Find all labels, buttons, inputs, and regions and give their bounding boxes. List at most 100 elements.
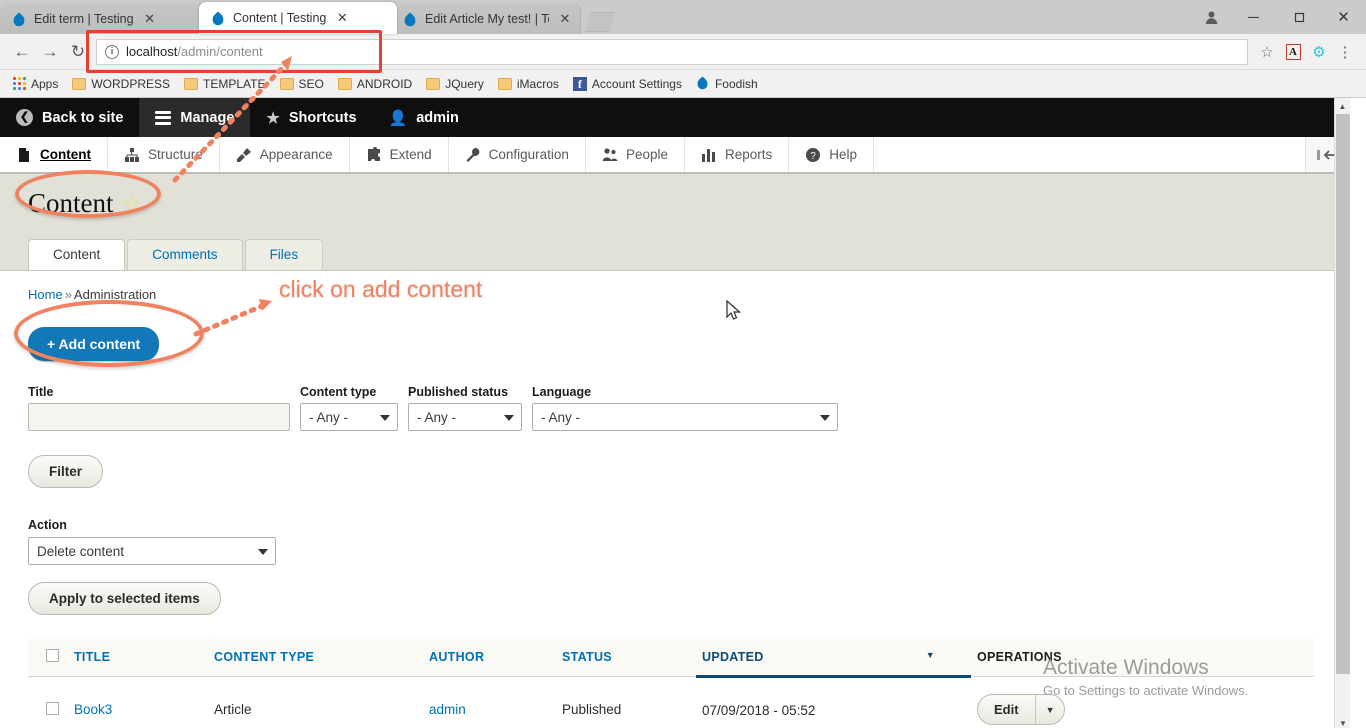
- select-all-header: [28, 639, 68, 677]
- published-status-select[interactable]: - Any -: [408, 403, 522, 431]
- folder-icon: [184, 77, 199, 90]
- column-title[interactable]: TITLE: [68, 639, 208, 677]
- bookmark-star-icon[interactable]: ☆: [1254, 39, 1280, 65]
- tab-close-icon[interactable]: ✕: [557, 11, 573, 27]
- filter-title-label: Title: [28, 385, 54, 399]
- browser-tab-2[interactable]: Content | Testing ✕: [199, 2, 397, 34]
- manage-button[interactable]: Manage: [139, 98, 251, 137]
- bookmark-apps[interactable]: Apps: [6, 73, 65, 95]
- add-content-button[interactable]: + Add content: [28, 327, 160, 361]
- chevron-down-icon[interactable]: ▼: [1034, 695, 1065, 724]
- column-content-type[interactable]: CONTENT TYPE: [208, 639, 423, 677]
- apply-to-selected-items-button[interactable]: Apply to selected items: [28, 582, 221, 615]
- gear-extension-icon[interactable]: ⚙: [1306, 39, 1332, 65]
- tab-comments[interactable]: Comments: [127, 239, 243, 270]
- row-title-cell: Book3: [68, 676, 208, 728]
- brush-icon: [236, 147, 251, 162]
- tab-title: Content | Testing: [233, 11, 327, 25]
- address-bar[interactable]: i localhost/admin/content: [96, 38, 1248, 65]
- scroll-up-arrow-icon[interactable]: ▲: [1335, 98, 1350, 114]
- action-label: Action: [28, 518, 67, 532]
- edit-button[interactable]: Edit: [978, 695, 1035, 724]
- select-all-checkbox[interactable]: [46, 649, 59, 662]
- filter-type-label: Content type: [300, 385, 377, 399]
- shortcuts-button[interactable]: ★ Shortcuts: [250, 98, 372, 137]
- bookmark-jquery[interactable]: JQuery: [419, 73, 491, 95]
- facebook-icon: f: [572, 76, 587, 91]
- bookmark-wordpress[interactable]: WORDPRESS: [65, 73, 177, 95]
- account-button[interactable]: 👤 admin: [373, 98, 475, 137]
- browser-tab-1[interactable]: Edit term | Testing ✕: [0, 4, 205, 34]
- filter-title-group: Title: [28, 385, 290, 431]
- menu-item-content[interactable]: Content: [0, 137, 108, 172]
- title-filter-input[interactable]: [28, 403, 290, 431]
- language-select[interactable]: - Any -: [532, 403, 838, 431]
- content-type-select[interactable]: - Any -: [300, 403, 398, 431]
- folder-icon: [337, 77, 352, 90]
- bookmark-account-settings[interactable]: f Account Settings: [566, 73, 689, 95]
- close-button[interactable]: ✕: [1321, 0, 1366, 34]
- tab-files[interactable]: Files: [244, 239, 324, 270]
- apps-grid-icon: [13, 77, 26, 90]
- back-button[interactable]: ←: [8, 38, 36, 66]
- edit-split-button[interactable]: Edit ▼: [977, 694, 1066, 725]
- row-select-cell: [28, 676, 68, 728]
- menu-item-appearance[interactable]: Appearance: [220, 137, 350, 172]
- minimize-button[interactable]: ─: [1231, 0, 1276, 34]
- star-icon[interactable]: ☆: [123, 191, 142, 216]
- bookmark-foodish[interactable]: Foodish: [689, 73, 765, 95]
- page-scrollbar[interactable]: ▲ ▼: [1334, 98, 1350, 728]
- pdf-extension-icon[interactable]: A: [1280, 39, 1306, 65]
- browser-tab-3[interactable]: Edit Article My test! | Test ✕: [391, 4, 581, 34]
- bookmark-android[interactable]: ANDROID: [331, 73, 419, 95]
- url-path: /admin/content: [177, 44, 263, 59]
- page-title-text: Content: [28, 188, 114, 218]
- menu-item-people[interactable]: People: [586, 137, 685, 172]
- drupal-admin-page: ❮ Back to site Manage ★ Shortcuts 👤 admi…: [0, 98, 1350, 728]
- column-status[interactable]: STATUS: [556, 639, 696, 677]
- filter-button[interactable]: Filter: [28, 455, 104, 488]
- bookmark-seo[interactable]: SEO: [273, 73, 331, 95]
- info-icon[interactable]: i: [105, 44, 119, 59]
- tab-close-icon[interactable]: ✕: [334, 10, 350, 26]
- maximize-button[interactable]: [1276, 0, 1321, 34]
- bookmark-template[interactable]: TEMPLATE: [177, 73, 272, 95]
- new-tab-button[interactable]: [585, 12, 615, 32]
- back-to-site-button[interactable]: ❮ Back to site: [0, 98, 139, 137]
- filter-type-group: Content type - Any -: [300, 385, 398, 431]
- action-select[interactable]: Delete content: [28, 537, 276, 565]
- column-updated[interactable]: UPDATED ▼: [696, 639, 971, 678]
- forward-button[interactable]: →: [36, 38, 64, 66]
- menu-item-help[interactable]: ? Help: [789, 137, 875, 172]
- scrollbar-thumb[interactable]: [1336, 114, 1350, 674]
- row-title-link[interactable]: Book3: [74, 702, 112, 717]
- reload-button[interactable]: ↻: [64, 38, 92, 66]
- menu-item-structure[interactable]: Structure: [108, 137, 220, 172]
- menu-item-label: Structure: [148, 147, 203, 162]
- profile-icon[interactable]: [1191, 0, 1231, 34]
- puzzle-icon: [367, 146, 380, 161]
- breadcrumb-home[interactable]: Home: [28, 287, 63, 302]
- menu-item-extend[interactable]: Extend: [350, 137, 449, 172]
- bookmark-label: Foodish: [714, 76, 758, 91]
- breadcrumb-current: Administration: [73, 287, 157, 302]
- chrome-menu-icon[interactable]: ⋮: [1332, 39, 1358, 65]
- menu-item-label: People: [625, 147, 668, 162]
- omnibox-bar: ← → ↻ i localhost/admin/content ☆ A ⚙ ⋮: [0, 29, 1366, 73]
- person-icon: 👤: [388, 109, 408, 127]
- bookmark-imacros[interactable]: iMacros: [491, 73, 566, 95]
- row-author-link[interactable]: admin: [429, 702, 466, 717]
- menu-item-reports[interactable]: Reports: [685, 137, 790, 172]
- url-host: localhost: [126, 44, 178, 59]
- column-author[interactable]: AUTHOR: [423, 639, 556, 677]
- back-to-site-label: Back to site: [42, 109, 124, 126]
- row-checkbox[interactable]: [46, 701, 59, 715]
- bookmarks-bar: Apps WORDPRESS TEMPLATE SEO ANDROID JQue…: [0, 70, 1366, 98]
- bookmark-label: iMacros: [516, 76, 559, 91]
- tab-content[interactable]: Content: [28, 239, 126, 271]
- scroll-down-arrow-icon[interactable]: ▼: [1335, 715, 1351, 728]
- tab-close-icon[interactable]: ✕: [142, 11, 158, 27]
- folder-icon: [72, 77, 87, 90]
- menu-item-configuration[interactable]: Configuration: [449, 137, 586, 172]
- bookmark-label: JQuery: [445, 76, 484, 91]
